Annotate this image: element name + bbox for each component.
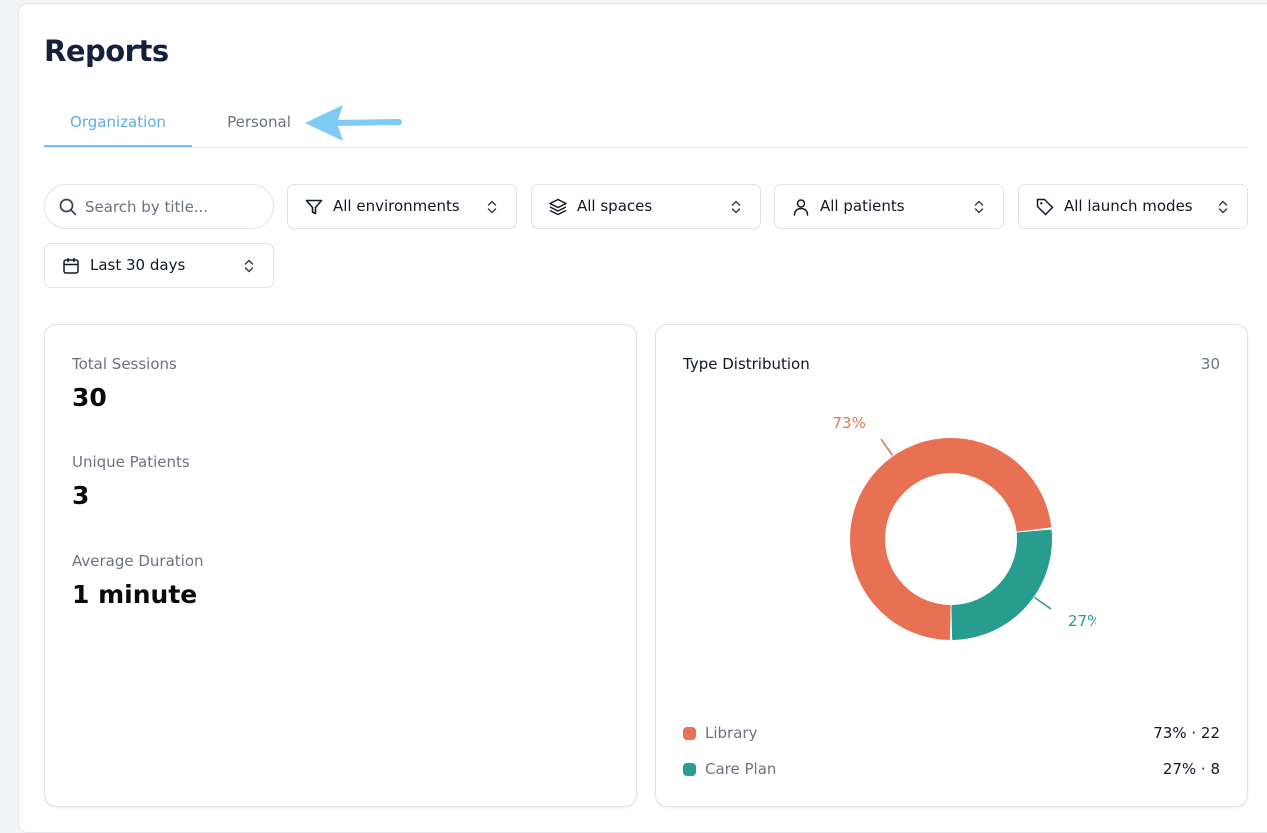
- stat-value-total-sessions: 30: [72, 383, 107, 412]
- stat-value-unique-patients: 3: [72, 481, 90, 510]
- legend-item-care-plan: Care Plan 27% · 8: [683, 760, 1220, 780]
- spaces-select[interactable]: All spaces: [531, 184, 761, 229]
- tab-bar: Organization Personal: [44, 100, 1248, 148]
- date-range-select[interactable]: Last 30 days: [44, 243, 274, 288]
- legend-swatch-care-plan: [683, 763, 696, 776]
- tab-personal[interactable]: Personal: [212, 100, 306, 147]
- leader-line-library: [880, 438, 894, 456]
- date-range-select-label: Last 30 days: [90, 256, 186, 274]
- legend-item-library: Library 73% · 22: [683, 724, 1220, 744]
- donut-chart: 73% 27%: [833, 414, 1096, 640]
- stat-label-average-duration: Average Duration: [72, 552, 204, 570]
- legend-label-care-plan: Care Plan: [705, 760, 777, 778]
- percent-label-care-plan: 27%: [1068, 612, 1096, 630]
- spaces-select-label: All spaces: [577, 197, 653, 215]
- chevron-up-down-icon: [1218, 200, 1228, 214]
- launch-modes-select-label: All launch modes: [1064, 197, 1193, 215]
- patients-select-label: All patients: [820, 197, 905, 215]
- stat-label-total-sessions: Total Sessions: [72, 355, 177, 373]
- legend-label-library: Library: [705, 724, 758, 742]
- legend-swatch-library: [683, 727, 696, 740]
- stat-value-average-duration: 1 minute: [72, 580, 198, 609]
- chevron-up-down-icon: [487, 200, 497, 214]
- donut-slice-care-plan[interactable]: [951, 529, 1052, 640]
- chevron-up-down-icon: [974, 200, 984, 214]
- arrow-annotation-icon: [305, 105, 402, 141]
- chart-title: Type Distribution: [683, 355, 810, 373]
- leader-line-care-plan: [1034, 596, 1052, 610]
- patients-select[interactable]: All patients: [774, 184, 1004, 229]
- environments-select-label: All environments: [333, 197, 460, 215]
- stats-card: Total Sessions 30 Unique Patients 3 Aver…: [44, 324, 637, 807]
- page-title: Reports: [44, 34, 169, 68]
- environments-select[interactable]: All environments: [287, 184, 517, 229]
- legend-value-care-plan: 27% · 8: [1162, 760, 1220, 778]
- tab-organization[interactable]: Organization: [44, 100, 192, 147]
- search-icon: [59, 198, 77, 216]
- chart-total: 30: [1200, 355, 1220, 373]
- chevron-up-down-icon: [244, 259, 254, 273]
- percent-label-library: 73%: [833, 414, 866, 432]
- search-input[interactable]: [85, 195, 255, 219]
- chevron-up-down-icon: [731, 200, 741, 214]
- filter-icon: [305, 199, 323, 215]
- legend-value-library: 73% · 22: [1153, 724, 1220, 742]
- calendar-icon: [63, 257, 79, 274]
- tag-icon: [1036, 198, 1054, 216]
- type-distribution-card: Type Distribution 30 73% 27% Library 73% …: [655, 324, 1248, 807]
- layers-icon: [549, 198, 567, 216]
- launch-modes-select[interactable]: All launch modes: [1018, 184, 1248, 229]
- stat-label-unique-patients: Unique Patients: [72, 453, 190, 471]
- user-icon: [793, 199, 809, 216]
- search-box: [44, 184, 274, 229]
